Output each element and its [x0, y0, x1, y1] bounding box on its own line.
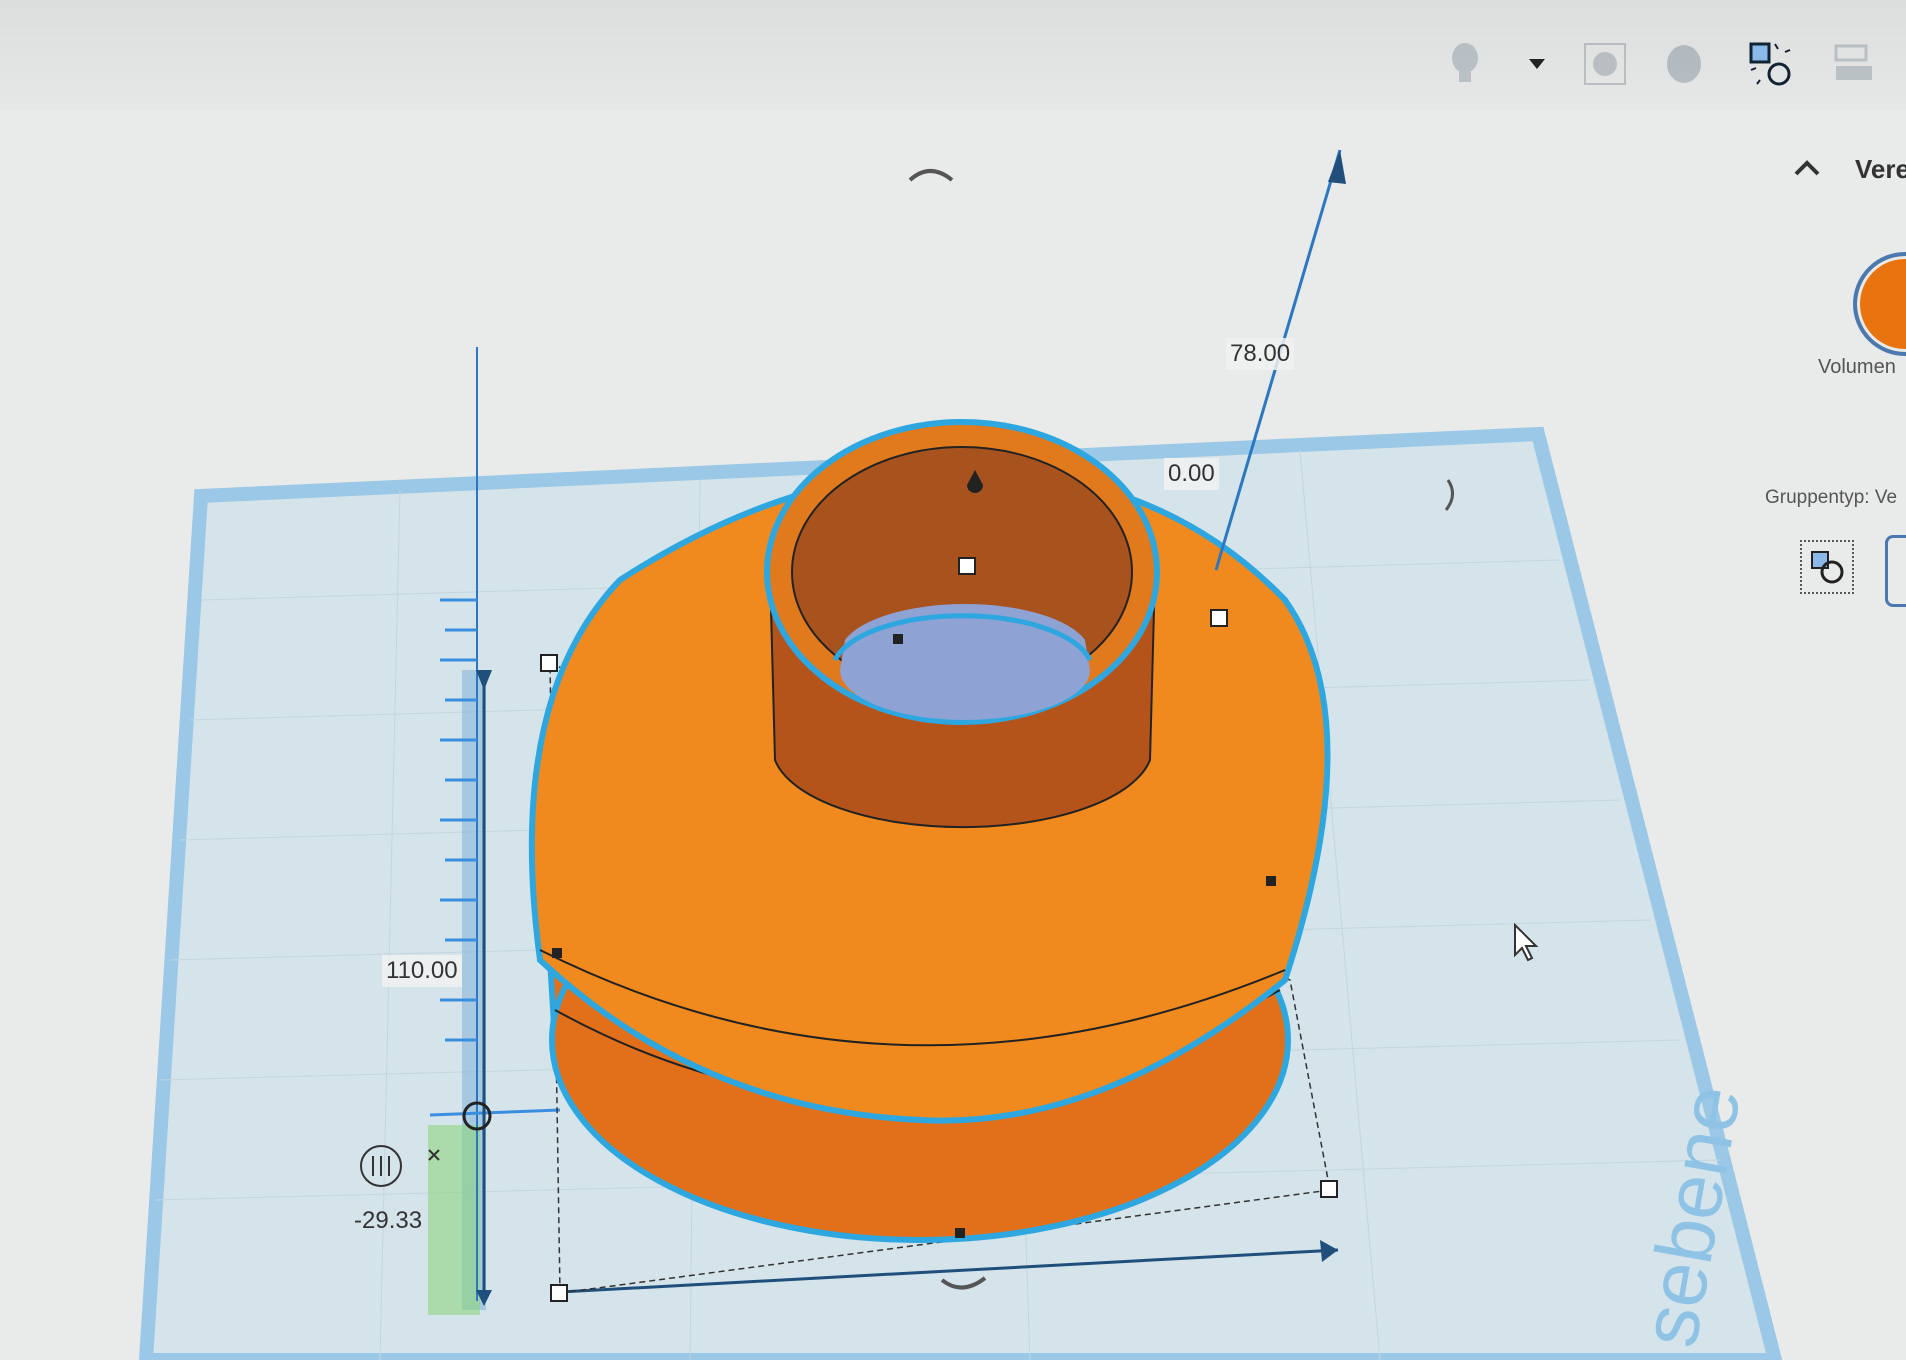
height-dimension-label[interactable]: 78.00 [1226, 338, 1295, 370]
group-type-option-button[interactable] [1885, 535, 1906, 607]
group-type-solid-button[interactable] [1800, 540, 1854, 594]
elevation-dimension-label[interactable]: 0.00 [1164, 458, 1219, 490]
inspector-title: Vere [1855, 154, 1906, 184]
chevron-up-icon[interactable] [1793, 158, 1821, 178]
3d-viewport[interactable]: sebene [0, 0, 1906, 1360]
length-dimension-label[interactable]: 110.00 [382, 955, 462, 987]
color-label: Volumen [1818, 356, 1896, 378]
group-type-label: Gruppentyp: Ve [1765, 487, 1898, 508]
rotate-handle-top[interactable] [908, 169, 954, 182]
group-shapes-icon [1811, 551, 1844, 584]
offset-dimension-label[interactable]: -29.33 [350, 1205, 426, 1237]
